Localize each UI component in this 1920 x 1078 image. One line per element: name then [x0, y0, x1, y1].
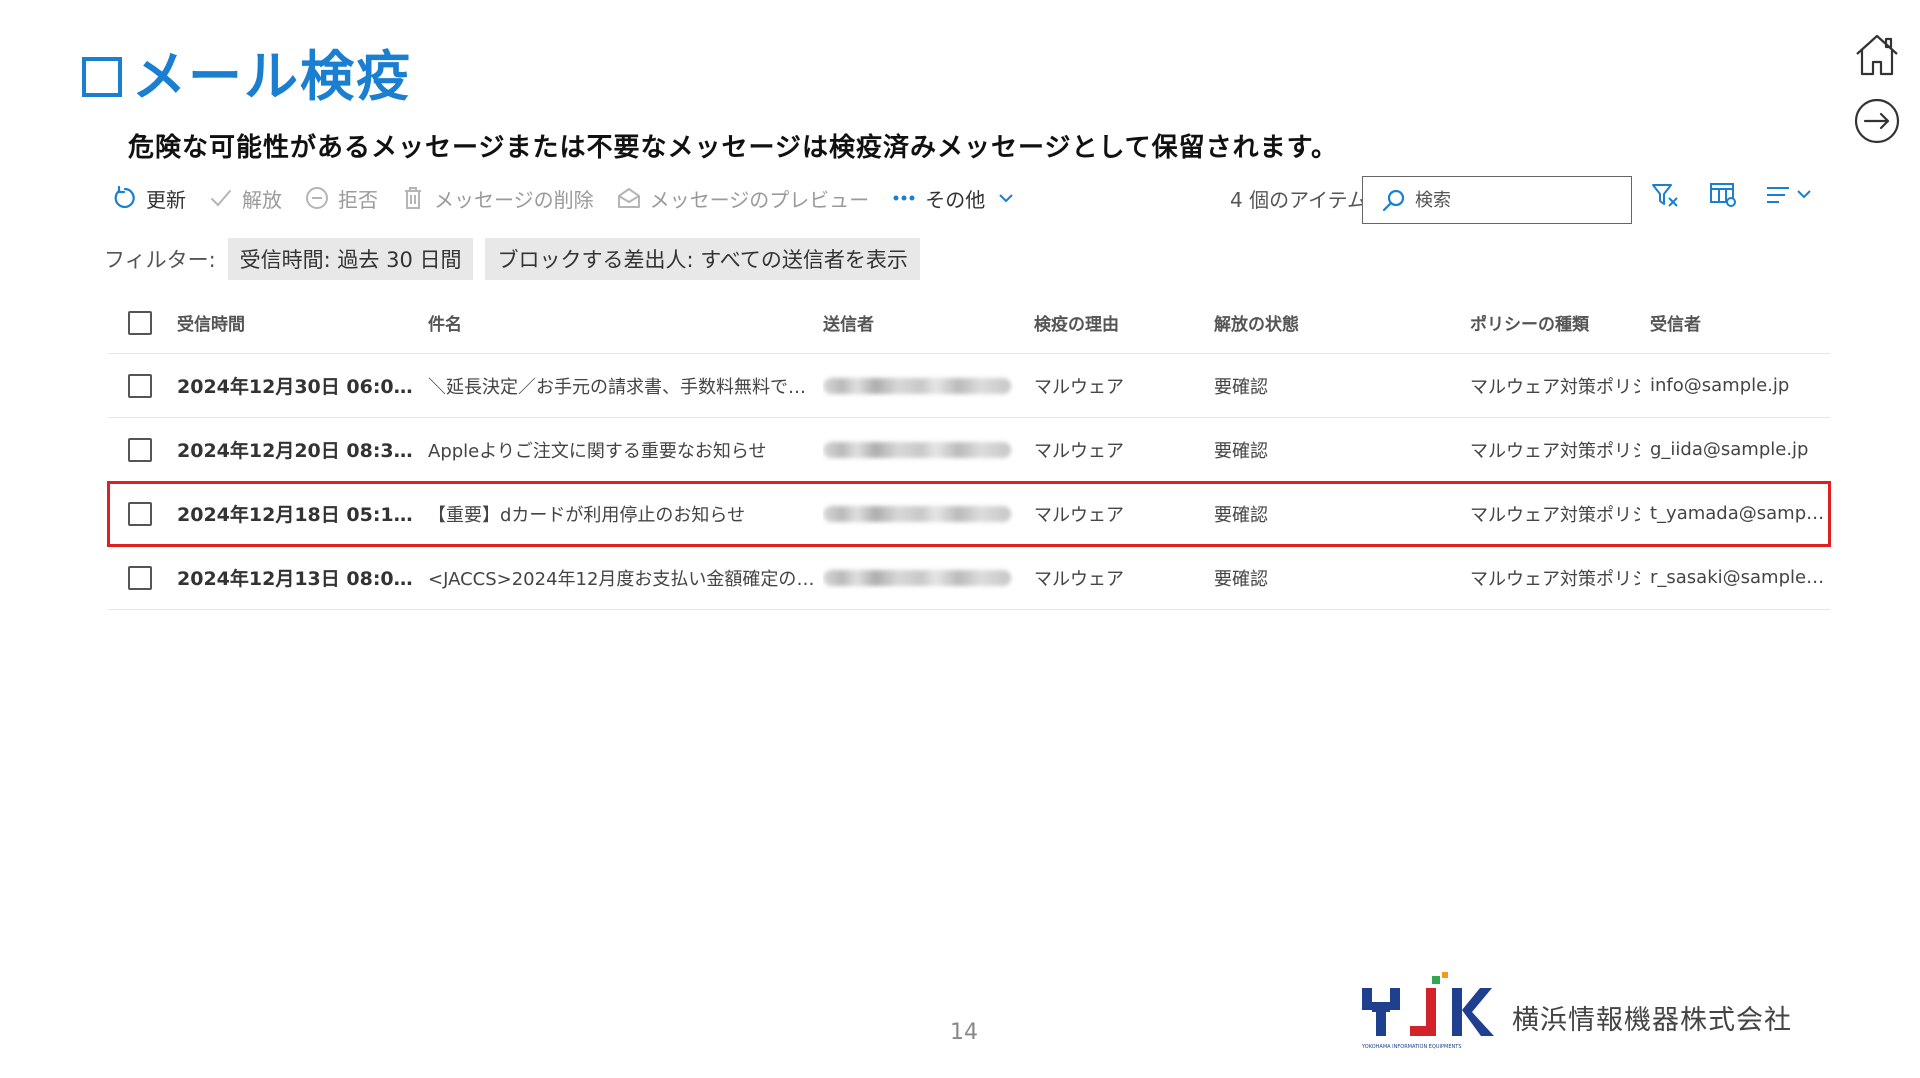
table-row[interactable]: 2024年12月30日 06:01:07 ＼延長決定／お手元の請求書、手数料無料… — [108, 354, 1830, 418]
release-label: 解放 — [242, 187, 282, 212]
row-checkbox[interactable] — [128, 501, 152, 526]
filter-pill-received-time[interactable]: 受信時間: 過去 30 日間 — [227, 238, 474, 280]
header-received-time[interactable]: 受信時間 — [177, 292, 422, 353]
cell-sender-redacted — [823, 354, 1023, 417]
arrow-right-circle-icon[interactable] — [1852, 96, 1902, 146]
cell-release-status: 要確認 — [1214, 568, 1268, 590]
svg-text:YOKOHAMA INFORMATION EQUIPMENT: YOKOHAMA INFORMATION EQUIPMENTS — [1361, 1044, 1462, 1050]
toolbar: 更新 解放 拒否 メッセージの削除 メッセージのプレビュー その他 — [112, 180, 1041, 216]
table-row[interactable]: 2024年12月20日 08:31:59 Appleよりご注文に関する重要なお知… — [108, 418, 1830, 482]
search-icon — [1381, 187, 1407, 213]
more-label: その他 — [925, 187, 986, 212]
title-square-icon — [82, 57, 122, 97]
select-all-checkbox[interactable] — [128, 310, 152, 335]
cell-subject: ＼延長決定／お手元の請求書、手数料無料で支… — [428, 376, 818, 398]
columns-icon — [1708, 180, 1738, 214]
table-row-highlighted[interactable]: 2024年12月18日 05:13:28 【重要】dカードが利用停止のお知らせ … — [107, 481, 1831, 547]
cell-sender-redacted — [823, 546, 1023, 609]
deny-button[interactable]: 拒否 — [304, 184, 378, 213]
sort-icon — [1764, 180, 1820, 214]
preview-message-button[interactable]: メッセージのプレビュー — [616, 184, 870, 213]
search-input[interactable] — [1415, 189, 1615, 211]
cell-subject: 【重要】dカードが利用停止のお知らせ — [428, 504, 746, 526]
table-header: 受信時間 件名 送信者 検疫の理由 解放の状態 ポリシーの種類 受信者 — [108, 292, 1830, 354]
sort-button[interactable] — [1762, 180, 1822, 214]
preview-message-label: メッセージのプレビュー — [649, 187, 870, 212]
cell-received-time: 2024年12月20日 08:31:59 — [177, 440, 422, 462]
header-subject[interactable]: 件名 — [428, 292, 818, 353]
cell-recipient: t_yamada@sample… — [1650, 503, 1825, 524]
trash-icon — [400, 185, 426, 211]
header-policy-type[interactable]: ポリシーの種類 — [1470, 292, 1640, 353]
cell-subject: <JACCS>2024年12月度お支払い金額確定のご… — [428, 568, 818, 590]
columns-button[interactable] — [1706, 180, 1740, 214]
cell-received-time: 2024年12月30日 06:01:07 — [177, 376, 422, 398]
cell-release-status: 要確認 — [1214, 376, 1268, 398]
cell-sender-redacted — [823, 482, 1023, 545]
search-box[interactable] — [1362, 176, 1632, 224]
filter-button[interactable] — [1648, 180, 1682, 214]
page-subtitle: 危険な可能性があるメッセージまたは不要なメッセージは検疫済みメッセージとして保留… — [128, 133, 1339, 163]
cell-recipient: info@sample.jp — [1650, 375, 1790, 396]
cell-quarantine-reason: マルウェア — [1034, 440, 1124, 462]
page-title-text: メール検疫 — [132, 45, 412, 108]
cell-policy-type: マルウェア対策ポリシー — [1470, 376, 1640, 398]
cell-quarantine-reason: マルウェア — [1034, 376, 1124, 398]
cell-recipient: r_sasaki@sample… — [1650, 567, 1825, 588]
cell-quarantine-reason: マルウェア — [1034, 568, 1124, 590]
release-button[interactable]: 解放 — [208, 184, 282, 213]
check-icon — [208, 185, 234, 211]
company-logo: YOKOHAMA INFORMATION EQUIPMENTS — [1360, 972, 1496, 1052]
cell-release-status: 要確認 — [1214, 504, 1268, 526]
home-icon[interactable] — [1852, 30, 1902, 80]
delete-message-button[interactable]: メッセージの削除 — [400, 184, 594, 213]
cell-policy-type: マルウェア対策ポリシー — [1470, 568, 1640, 590]
row-checkbox[interactable] — [128, 437, 152, 462]
cell-recipient: g_iida@sample.jp — [1650, 439, 1809, 460]
page-title: メール検疫 — [82, 50, 412, 104]
item-count: 4 個のアイテム — [1230, 188, 1368, 212]
cell-received-time: 2024年12月18日 05:13:28 — [177, 504, 422, 526]
header-recipient[interactable]: 受信者 — [1650, 292, 1825, 353]
quarantine-table: 受信時間 件名 送信者 検疫の理由 解放の状態 ポリシーの種類 受信者 2024… — [107, 292, 1831, 610]
row-checkbox[interactable] — [128, 565, 152, 590]
cell-policy-type: マルウェア対策ポリシー — [1470, 504, 1640, 526]
page-number: 14 — [950, 1020, 978, 1045]
row-checkbox[interactable] — [128, 373, 152, 398]
filter-label: フィルター: — [104, 248, 216, 272]
table-row[interactable]: 2024年12月13日 08:06:16 <JACCS>2024年12月度お支払… — [108, 546, 1830, 610]
cell-policy-type: マルウェア対策ポリシー — [1470, 440, 1640, 462]
refresh-button[interactable]: 更新 — [112, 184, 186, 213]
minus-circle-icon — [304, 185, 330, 211]
filter-pill-blocked-sender[interactable]: ブロックする差出人: すべての送信者を表示 — [485, 238, 920, 280]
header-quarantine-reason[interactable]: 検疫の理由 — [1034, 292, 1184, 353]
company-name: 横浜情報機器株式会社 — [1512, 1005, 1792, 1036]
more-button[interactable]: その他 — [891, 184, 1019, 213]
deny-label: 拒否 — [338, 187, 378, 212]
filter-icon — [1650, 180, 1680, 214]
cell-quarantine-reason: マルウェア — [1034, 504, 1124, 526]
filter-bar: フィルター: 受信時間: 過去 30 日間 ブロックする差出人: すべての送信者… — [104, 238, 932, 280]
cell-subject: Appleよりご注文に関する重要なお知らせ — [428, 440, 767, 462]
cell-release-status: 要確認 — [1214, 440, 1268, 462]
chevron-down-icon — [993, 185, 1019, 211]
refresh-icon — [112, 185, 138, 211]
header-sender[interactable]: 送信者 — [823, 292, 1023, 353]
refresh-label: 更新 — [146, 187, 186, 212]
envelope-open-icon — [616, 185, 642, 211]
header-release-status[interactable]: 解放の状態 — [1214, 292, 1364, 353]
delete-message-label: メッセージの削除 — [434, 187, 594, 212]
ellipsis-icon — [891, 185, 917, 211]
cell-received-time: 2024年12月13日 08:06:16 — [177, 568, 422, 590]
cell-sender-redacted — [823, 418, 1023, 481]
